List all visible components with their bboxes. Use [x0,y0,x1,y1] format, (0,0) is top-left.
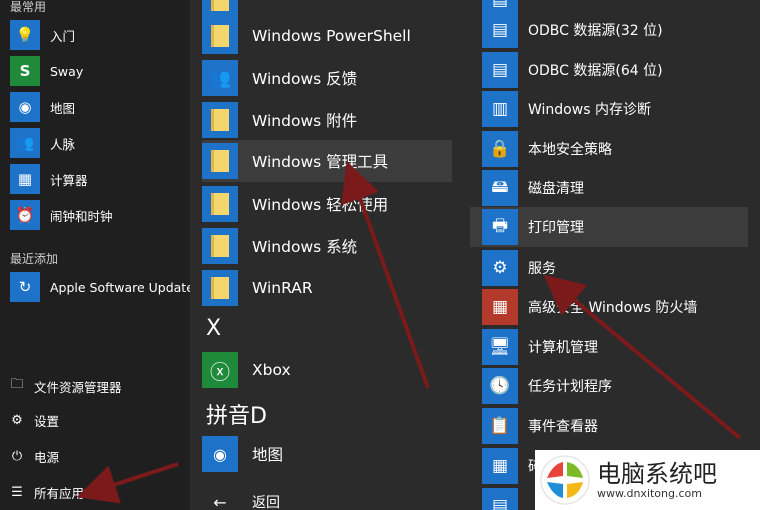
feedback-icon: 👥 [202,60,238,96]
watermark-logo: 电脑系统吧 www.dnxitong.com [535,450,760,510]
power-icon: ⏻ [11,449,23,464]
recent-section-label: 最近添加 [10,252,59,266]
lightbulb-icon: 💡 [10,20,40,50]
app-windows-accessories[interactable]: Windows 附件 [202,102,357,138]
all-apps-button[interactable]: ☰ 所有应用 [8,483,84,502]
watermark-url: www.dnxitong.com [597,486,702,500]
admin-memory-diagnostic[interactable]: ▥ Windows 内存诊断 [482,91,651,127]
letter-header-pinyin-d[interactable]: 拼音D [206,398,267,430]
app-alarms-clock[interactable]: ⏰ 闹钟和时钟 [10,200,113,230]
task-scheduler-icon: 🕓 [482,368,518,404]
odbc-icon: ▤ [482,52,518,88]
app-xbox[interactable]: ⓧ Xbox [202,352,291,388]
list-icon: ☰ [11,485,23,500]
services-gear-icon: ⚙ [482,250,518,286]
watermark-title: 电脑系统吧 [597,459,717,488]
admin-firewall[interactable]: ▦ 高级安全 Windows 防火墙 [482,289,697,325]
admin-odbc-32[interactable]: ▤ ODBC 数据源(32 位) [482,12,663,48]
people-icon: 👥 [10,128,40,158]
print-management-icon: 🖶 [482,209,518,245]
app-windows-feedback[interactable]: 👥 Windows 反馈 [202,60,357,96]
calculator-icon: ▦ [10,164,40,194]
letter-header-x[interactable]: X [206,316,221,341]
file-explorer-icon: 🗀 [10,377,24,392]
app-calculator[interactable]: ▦ 计算器 [10,164,88,194]
maps-icon: ◉ [10,92,40,122]
app-windows-ease-of-access[interactable]: Windows 轻松使用 [202,186,388,222]
admin-disk-cleanup[interactable]: 🖴 磁盘清理 [482,170,584,206]
app-maps-list[interactable]: ◉ 地图 [202,436,283,472]
sway-icon: S [10,56,40,86]
tool-icon: ▤ [482,488,518,510]
folder-icon [202,143,238,179]
firewall-icon: ▦ [482,289,518,325]
app-get-started[interactable]: 💡 入门 [10,20,75,50]
app-sway[interactable]: S Sway [10,56,83,86]
power-button[interactable]: ⏻ 电源 [8,447,59,466]
admin-task-scheduler[interactable]: 🕓 任务计划程序 [482,368,612,404]
app-winrar[interactable]: WinRAR [202,270,313,306]
app-people[interactable]: 👥 人脉 [10,128,75,158]
gear-icon: ⚙ [11,413,23,428]
app-windows-admin-tools[interactable]: Windows 管理工具 [202,140,452,182]
security-policy-icon: 🔒 [482,131,518,167]
admin-odbc-64[interactable]: ▤ ODBC 数据源(64 位) [482,52,663,88]
folder-icon [202,18,238,54]
app-maps[interactable]: ◉ 地图 [10,92,75,122]
app-windows-powershell[interactable]: Windows PowerShell [202,18,411,54]
windows-logo-icon [540,455,590,505]
admin-tools-list: ▤ ▤ ODBC 数据源(32 位) ▤ ODBC 数据源(64 位) ▥ Wi… [470,0,760,510]
odbc-icon: ▤ [482,12,518,48]
folder-icon [202,0,238,18]
folder-icon [202,270,238,306]
computer-management-icon: 🖥 [482,329,518,365]
app-windows-system[interactable]: Windows 系统 [202,228,357,264]
xbox-icon: ⓧ [202,352,238,388]
admin-defragment[interactable]: ▦ 碎 [482,448,542,484]
alarm-clock-icon: ⏰ [10,200,40,230]
app-apple-software-update[interactable]: ↻ Apple Software Update [10,272,190,302]
memory-diagnostic-icon: ▥ [482,91,518,127]
admin-item-partial-bottom[interactable]: ▤ [482,488,518,510]
back-button[interactable]: ← 返回 [202,492,280,510]
admin-print-management[interactable]: 🖶 打印管理 [470,207,748,247]
app-list-item-partial[interactable] [202,0,238,18]
admin-event-viewer[interactable]: 📋 事件查看器 [482,408,598,444]
maps-icon: ◉ [202,436,238,472]
admin-computer-management[interactable]: 🖥 计算机管理 [482,329,598,365]
folder-icon [202,102,238,138]
admin-services[interactable]: ⚙ 服务 [482,250,556,286]
file-explorer-button[interactable]: 🗀 文件资源管理器 [8,375,121,397]
disk-cleanup-icon: 🖴 [482,170,518,206]
settings-button[interactable]: ⚙ 设置 [8,411,59,430]
apple-update-icon: ↻ [10,272,40,302]
folder-icon [202,228,238,264]
folder-icon [202,186,238,222]
admin-local-security-policy[interactable]: 🔒 本地安全策略 [482,131,612,167]
start-left-pane: 最常用 💡 入门 S Sway ◉ 地图 👥 人脉 ▦ 计算器 ⏰ 闹钟和时钟 … [0,0,190,510]
frequent-section-label: 最常用 [10,0,47,14]
back-arrow-icon: ← [213,492,227,510]
defrag-icon: ▦ [482,448,518,484]
all-apps-list: Windows PowerShell 👥 Windows 反馈 Windows … [190,0,470,510]
event-viewer-icon: 📋 [482,408,518,444]
